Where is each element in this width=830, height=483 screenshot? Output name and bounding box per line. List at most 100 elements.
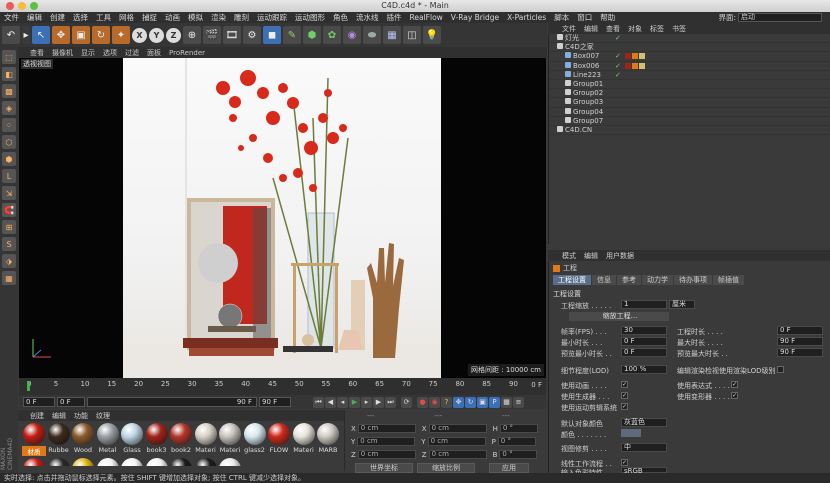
material-tag-icon[interactable] [625,62,631,69]
position-key-icon[interactable]: ✥ [453,396,464,408]
enable-axis-icon[interactable]: ⊞ [2,220,16,234]
z-axis-icon[interactable]: Z [166,27,181,43]
object-menu-item-4[interactable]: 标签 [650,24,664,34]
default-color-select[interactable]: 灰蓝色 [621,418,667,427]
move-icon[interactable]: ✥ [52,26,70,44]
material-menu-item-3[interactable]: 纹理 [96,411,110,421]
attribute-tab-1[interactable]: 信息 [592,275,616,285]
timeline-menu-icon[interactable]: ≡ [513,396,524,408]
menu-item-13[interactable]: 角色 [333,12,348,23]
material-tag-icon[interactable] [639,53,645,60]
project-scale-field[interactable]: 1 [621,300,667,309]
previous-frame-icon[interactable]: ◂ [337,396,348,408]
menu-item-1[interactable]: 编辑 [27,12,42,23]
object-row[interactable]: Box007 ✓ [549,52,830,62]
view-clipping-select[interactable]: 中 [621,443,667,452]
use-deformers-checkbox[interactable]: ✓ [731,392,738,399]
texture-mode-icon[interactable]: ▩ [2,84,16,98]
attribute-menu-item-2[interactable]: 用户数据 [606,251,634,261]
attribute-menu-item-1[interactable]: 编辑 [584,251,598,261]
viewport-label[interactable]: 透视视图 [21,59,53,69]
material-swatch[interactable]: book3 [145,421,169,454]
material-swatch-row2[interactable] [194,456,218,466]
snap-icon[interactable]: 🧲 [2,203,16,217]
viewport-menu-item-1[interactable]: 摄像机 [52,48,73,58]
object-row[interactable]: 灯光 ✓ [549,34,830,44]
material-swatch[interactable]: 材质 [22,421,46,456]
menu-item-6[interactable]: 捕捉 [142,12,157,23]
menu-item-12[interactable]: 运动图形 [295,12,325,23]
polygons-mode-icon[interactable]: ⬢ [2,152,16,166]
linear-workflow-checkbox[interactable]: ✓ [621,459,628,466]
preview-min-field[interactable]: 0 F [621,348,667,357]
play-icon[interactable]: ▶ [349,396,360,408]
menu-item-17[interactable]: V-Ray Bridge [451,13,499,22]
menu-item-2[interactable]: 创建 [50,12,65,23]
menu-item-16[interactable]: RealFlow [410,13,443,22]
material-swatch[interactable]: Materi [218,421,242,454]
preview-range-slider[interactable]: 90 F [87,397,257,407]
material-swatch-row2[interactable] [47,456,71,466]
rotation-key-icon[interactable]: ↻ [465,396,476,408]
material-tag-icon[interactable] [639,62,645,69]
record-keyframe-icon[interactable]: ● [417,396,428,408]
material-swatch[interactable]: MARB [316,421,340,454]
menu-item-11[interactable]: 运动跟踪 [257,12,287,23]
project-scale-unit-select[interactable]: 厘米 [669,300,695,309]
perspective-viewport[interactable]: 透视视图 网格间距 : 10000 cm [19,58,546,378]
object-menu-item-1[interactable]: 编辑 [584,24,598,34]
keyframe-selection-icon[interactable]: ? [441,396,452,408]
pen-spline-icon[interactable]: ✎ [283,26,301,44]
model-mode-icon[interactable]: ◧ [2,67,16,81]
apply-button[interactable]: 应用 [489,463,529,473]
y-axis-icon[interactable]: Y [149,27,164,43]
viewport-menu-item-3[interactable]: 选项 [103,48,117,58]
position-field[interactable]: 0 cm [357,424,416,433]
material-menu-item-2[interactable]: 功能 [74,411,88,421]
autokey-icon[interactable]: ◉ [429,396,440,408]
light-icon[interactable]: 💡 [423,26,441,44]
object-menu-item-2[interactable]: 查看 [606,24,620,34]
attribute-menu-item-0[interactable]: 模式 [562,251,576,261]
menu-item-20[interactable]: 窗口 [577,12,592,23]
material-swatch[interactable]: Wood [71,421,95,454]
material-menu-item-1[interactable]: 编辑 [52,411,66,421]
rotate-icon[interactable]: ↻ [92,26,110,44]
material-swatch-row2[interactable] [71,456,95,466]
material-swatch[interactable]: FLOW [267,421,291,454]
material-menu-item-0[interactable]: 创建 [30,411,44,421]
previous-key-icon[interactable]: ◀ [325,396,336,408]
size-field[interactable]: 0 cm [428,424,487,433]
deformer-icon[interactable]: ◉ [343,26,361,44]
close-window-button[interactable] [6,2,14,10]
material-swatch-row2[interactable] [96,456,120,466]
redo-icon[interactable]: ▸ [22,26,30,44]
tweak-mode-icon[interactable]: ⇲ [2,186,16,200]
param-key-icon[interactable]: P [489,396,500,408]
object-enabled-check[interactable]: ✓ [615,62,621,71]
object-menu-item-0[interactable]: 文件 [562,24,576,34]
use-expressions-checkbox[interactable]: ✓ [731,381,738,388]
attribute-tab-4[interactable]: 待办事项 [674,275,712,285]
position-field[interactable]: 0 cm [357,450,416,459]
material-swatch[interactable]: Materi [292,421,316,454]
viewport-menu-item-5[interactable]: 面板 [147,48,161,58]
fps-field[interactable]: 30 [621,326,667,335]
object-row[interactable]: Group07 [549,116,830,126]
attribute-tab-0[interactable]: 工程设置 [553,275,591,285]
material-swatch[interactable]: Glass [120,421,144,454]
material-swatch[interactable]: Materi [194,421,218,454]
material-swatch-row2[interactable] [22,456,46,466]
menu-item-18[interactable]: X-Particles [507,13,546,22]
attribute-tab-2[interactable]: 参考 [617,275,641,285]
material-swatch-row2[interactable] [120,456,144,466]
undo-icon[interactable]: ↶ [2,26,20,44]
live-select-icon[interactable]: ↖ [32,26,50,44]
menu-item-10[interactable]: 雕刻 [234,12,249,23]
next-frame-icon[interactable]: ▸ [361,396,372,408]
object-row[interactable]: Group03 [549,98,830,108]
viewport-menu-item-6[interactable]: ProRender [169,49,205,57]
attribute-tab-3[interactable]: 动力学 [642,275,673,285]
menu-item-4[interactable]: 工具 [96,12,111,23]
object-row[interactable]: C4D.CN [549,125,830,136]
